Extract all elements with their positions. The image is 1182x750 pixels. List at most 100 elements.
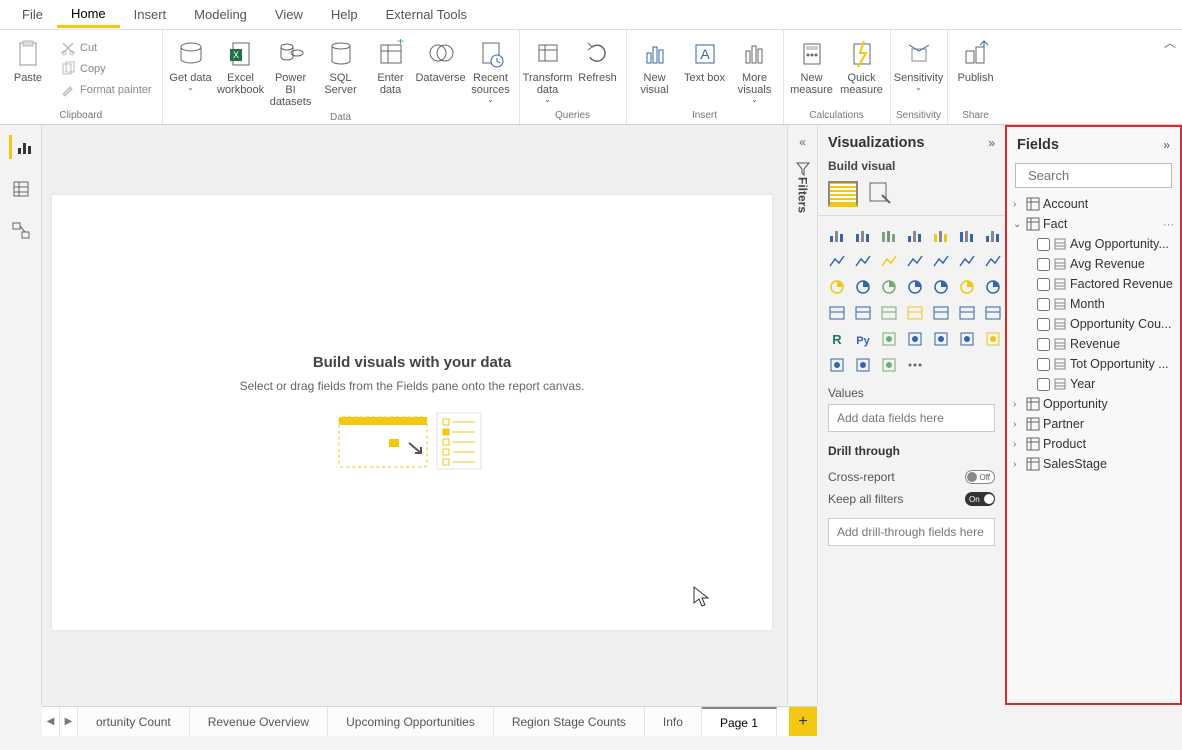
menu-modeling[interactable]: Modeling xyxy=(180,3,261,26)
collapse-fields-icon[interactable]: » xyxy=(1163,138,1170,152)
field-checkbox[interactable] xyxy=(1037,278,1050,291)
text-box-button[interactable]: AText box xyxy=(681,36,729,86)
field-checkbox[interactable] xyxy=(1037,378,1050,391)
collapse-viz-icon[interactable]: » xyxy=(988,136,995,150)
enter-data-button[interactable]: +Enter data xyxy=(367,36,415,98)
data-view-button[interactable] xyxy=(9,177,33,201)
page-tab[interactable]: Revenue Overview xyxy=(190,707,328,736)
fields-table-fact[interactable]: ⌄Fact⋯ xyxy=(1011,214,1176,234)
viz-type-more[interactable] xyxy=(904,354,926,376)
viz-type-stacked-column[interactable] xyxy=(852,224,874,246)
viz-type-card[interactable] xyxy=(852,302,874,324)
pbi-datasets-button[interactable]: Power BI datasets xyxy=(267,36,315,110)
report-canvas[interactable]: Build visuals with your data Select or d… xyxy=(52,195,772,630)
viz-type-decomposition-tree[interactable] xyxy=(904,328,926,350)
build-visual-tab[interactable] xyxy=(828,181,858,207)
keep-filters-toggle[interactable]: On xyxy=(965,492,995,506)
menu-file[interactable]: File xyxy=(8,3,57,26)
fields-column[interactable]: Opportunity Cou... xyxy=(1011,314,1176,334)
viz-type-donut[interactable] xyxy=(878,276,900,298)
fields-table-account[interactable]: ›Account xyxy=(1011,194,1176,214)
new-measure-button[interactable]: New measure xyxy=(788,36,836,98)
field-checkbox[interactable] xyxy=(1037,358,1050,371)
transform-data-button[interactable]: Transform data⌄ xyxy=(524,36,572,107)
viz-type-line-clustered-column[interactable] xyxy=(904,250,926,272)
cut-button[interactable]: Cut xyxy=(56,38,156,58)
viz-type-multi-row-card[interactable] xyxy=(878,302,900,324)
format-visual-tab[interactable] xyxy=(868,181,894,205)
viz-type-power-automate[interactable] xyxy=(878,354,900,376)
more-visuals-button[interactable]: More visuals⌄ xyxy=(731,36,779,107)
fields-table-partner[interactable]: ›Partner xyxy=(1011,414,1176,434)
fields-column[interactable]: Month xyxy=(1011,294,1176,314)
viz-type-scatter[interactable] xyxy=(826,276,848,298)
viz-type-area[interactable] xyxy=(826,250,848,272)
copy-button[interactable]: Copy xyxy=(56,59,156,79)
field-checkbox[interactable] xyxy=(1037,338,1050,351)
viz-type-gauge[interactable] xyxy=(826,302,848,324)
fields-column[interactable]: Tot Opportunity ... xyxy=(1011,354,1176,374)
viz-type-key-influencers[interactable] xyxy=(878,328,900,350)
menu-view[interactable]: View xyxy=(261,3,317,26)
viz-type-qa[interactable] xyxy=(930,328,952,350)
viz-type-arcgis[interactable] xyxy=(826,354,848,376)
viz-type-slicer[interactable] xyxy=(930,302,952,324)
tab-scroll-right[interactable]: ▶ xyxy=(60,707,78,736)
sql-server-button[interactable]: SQL Server xyxy=(317,36,365,98)
field-checkbox[interactable] xyxy=(1037,258,1050,271)
fields-column[interactable]: Avg Revenue xyxy=(1011,254,1176,274)
new-visual-button[interactable]: New visual xyxy=(631,36,679,98)
menu-home[interactable]: Home xyxy=(57,2,120,28)
viz-type-line-stacked-column[interactable] xyxy=(878,250,900,272)
viz-type-100-stacked-bar[interactable] xyxy=(930,224,952,246)
fields-column[interactable]: Revenue xyxy=(1011,334,1176,354)
field-checkbox[interactable] xyxy=(1037,318,1050,331)
model-view-button[interactable] xyxy=(9,219,33,243)
field-checkbox[interactable] xyxy=(1037,298,1050,311)
publish-button[interactable]: Publish xyxy=(952,36,1000,86)
viz-type-map[interactable] xyxy=(930,276,952,298)
quick-measure-button[interactable]: Quick measure xyxy=(838,36,886,98)
viz-type-matrix[interactable] xyxy=(982,302,1004,324)
fields-column[interactable]: Avg Opportunity... xyxy=(1011,234,1176,254)
viz-type-funnel[interactable] xyxy=(982,250,1004,272)
viz-type-stacked-bar[interactable] xyxy=(826,224,848,246)
viz-type-stacked-area[interactable] xyxy=(852,250,874,272)
drill-through-well[interactable]: Add drill-through fields here xyxy=(828,518,995,546)
viz-type-pie[interactable] xyxy=(852,276,874,298)
page-tab[interactable]: Page 1 xyxy=(702,707,777,736)
expand-filters-icon[interactable]: « xyxy=(799,135,806,149)
viz-type-azure-map[interactable] xyxy=(982,276,1004,298)
viz-type-treemap[interactable] xyxy=(904,276,926,298)
viz-type-table[interactable] xyxy=(956,302,978,324)
viz-type-power-apps[interactable] xyxy=(852,354,874,376)
viz-type-filled-map[interactable] xyxy=(956,276,978,298)
cross-report-toggle[interactable]: Off xyxy=(965,470,995,484)
paste-button[interactable]: Paste xyxy=(4,36,52,86)
refresh-button[interactable]: Refresh xyxy=(574,36,622,86)
viz-type-clustered-column[interactable] xyxy=(904,224,926,246)
fields-column[interactable]: Year xyxy=(1011,374,1176,394)
fields-table-salesstage[interactable]: ›SalesStage xyxy=(1011,454,1176,474)
fields-table-product[interactable]: ›Product xyxy=(1011,434,1176,454)
format-painter-button[interactable]: Format painter xyxy=(56,80,156,100)
viz-type-waterfall[interactable] xyxy=(956,250,978,272)
field-checkbox[interactable] xyxy=(1037,238,1050,251)
page-tab[interactable]: Region Stage Counts xyxy=(494,707,645,736)
viz-type-paginated[interactable] xyxy=(982,328,1004,350)
menu-help[interactable]: Help xyxy=(317,3,372,26)
viz-type-clustered-bar[interactable] xyxy=(878,224,900,246)
collapse-ribbon-icon[interactable]: ︿ xyxy=(1164,34,1176,51)
fields-column[interactable]: Factored Revenue xyxy=(1011,274,1176,294)
page-tab[interactable]: ortunity Count xyxy=(78,707,190,736)
tab-scroll-left[interactable]: ◀ xyxy=(42,707,60,736)
viz-type-r-visual[interactable]: R xyxy=(826,328,848,350)
page-tab[interactable]: Info xyxy=(645,707,702,736)
filters-pane-collapsed[interactable]: « Filters xyxy=(787,125,817,705)
menu-insert[interactable]: Insert xyxy=(120,3,181,26)
excel-button[interactable]: XExcel workbook xyxy=(217,36,265,98)
menu-external-tools[interactable]: External Tools xyxy=(372,3,481,26)
page-tab[interactable]: Upcoming Opportunities xyxy=(328,707,494,736)
viz-type-line[interactable] xyxy=(982,224,1004,246)
get-data-button[interactable]: Get data⌄ xyxy=(167,36,215,95)
